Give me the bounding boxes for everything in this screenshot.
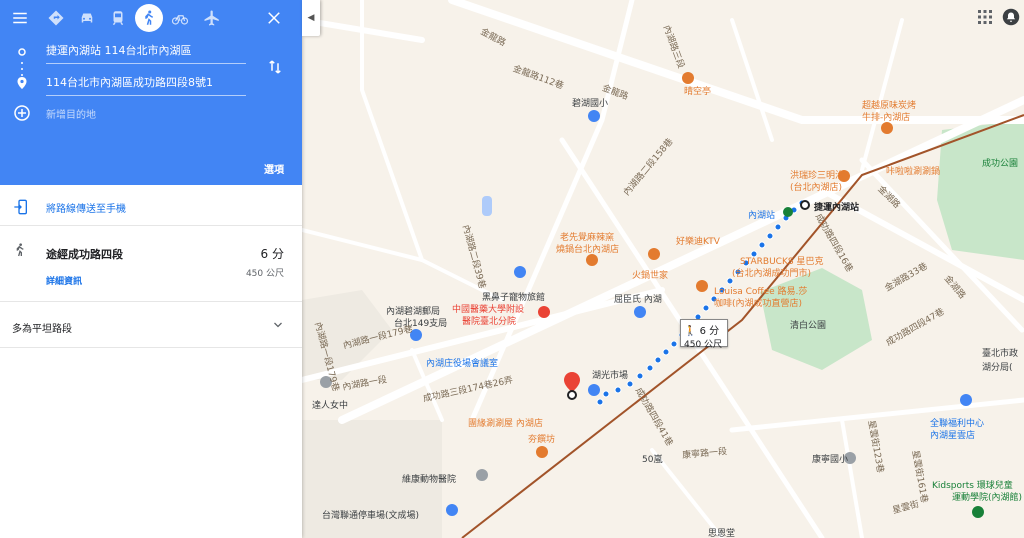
directions-panel: 捷運內湖站 114台北市內湖區 114台北市內湖區成功路四段8號1 新增目的地 … [0, 0, 302, 538]
menu-icon[interactable] [6, 4, 34, 32]
origin-marker[interactable] [800, 200, 810, 210]
map-label: 50嵐 [642, 455, 663, 465]
map-label: 夯饌坊 [528, 435, 556, 445]
swap-icon[interactable] [266, 58, 284, 76]
map-label: 醫院臺北分院 [462, 317, 517, 327]
map-label: 燒鍋台北內湖店 [556, 245, 620, 255]
map-label: 康寧國小 [812, 455, 849, 465]
maps-app: 捷運內湖站 114台北市內湖區 114台北市內湖區成功路四段8號1 新增目的地 … [0, 0, 1024, 538]
add-destination[interactable]: 新增目的地 [46, 106, 96, 121]
callout-distance: 450 公尺 [684, 340, 723, 350]
waypoint-dots-icon [14, 48, 30, 121]
apps-grid-icon[interactable] [974, 6, 996, 28]
route-time: 6 分 [260, 247, 284, 261]
flight-icon[interactable] [198, 4, 226, 32]
route-title: 途經成功路四段 [46, 248, 123, 261]
route-callout[interactable]: 🚶 6 分 450 公尺 [680, 319, 728, 350]
map-label: 牛排-內湖店 [862, 113, 911, 123]
map-label: 台灣聯通停車場(文成場) [322, 511, 420, 521]
map-label: 團緣涮涮屋 內湖店 [468, 419, 543, 429]
map-label: 成功公園 [982, 159, 1019, 169]
route-details-link[interactable]: 詳細資訊 [46, 274, 82, 287]
chevron-left-icon: ◀ [307, 13, 315, 23]
callout-walk-icon: 🚶 [684, 326, 697, 337]
map-label: 臺北市政 [982, 349, 1019, 359]
map-label: 運動學院(內湖館) [952, 493, 1023, 503]
origin-text: 捷運內湖站 114台北市內湖區 [46, 44, 192, 57]
destination-text: 114台北市內湖區成功路四段8號1 [46, 76, 213, 89]
callout-time: 6 分 [699, 326, 720, 337]
route-distance: 450 公尺 [245, 269, 284, 279]
map-label: 屈臣氏 內湖 [614, 295, 662, 305]
map-label: 內湖星雲店 [930, 431, 976, 441]
collapse-panel-button[interactable]: ◀ [302, 0, 320, 36]
flat-route-label: 多為平坦路段 [12, 324, 72, 335]
map-label: 內湖庄役場會議室 [426, 359, 499, 369]
bike-icon[interactable] [166, 4, 194, 32]
map-label: 火鍋世家 [632, 271, 669, 281]
map-label: 好樂迪KTV [676, 237, 720, 247]
map-label: 晴空亭 [684, 87, 712, 97]
map-label: 維康動物醫院 [402, 475, 457, 485]
map-label: (台北內湖成功門市) [732, 269, 812, 279]
send-to-phone-label: 將路線傳送至手機 [46, 204, 126, 215]
chevron-down-icon [274, 322, 282, 328]
map-label: 咖啡(內湖成功直營店) [714, 299, 803, 309]
map-canvas[interactable]: 金龍路 金龍路 金龍路112巷 內湖路三段 晴空亭 碧湖國小 超越原味炭烤 牛排… [302, 0, 1024, 538]
map-label: 內湖站 [748, 211, 776, 221]
send-to-phone-icon [14, 199, 27, 215]
directions-header: 捷運內湖站 114台北市內湖區 114台北市內湖區成功路四段8號1 新增目的地 … [0, 0, 302, 185]
map-label: 湖分局( [982, 363, 1013, 373]
map-label: 碧湖國小 [572, 99, 609, 109]
map-label: 捷運內湖站 [814, 203, 860, 213]
flat-route-row[interactable]: 多為平坦路段 [0, 302, 302, 348]
map-label: 湖光市場 [592, 371, 629, 381]
destination-field[interactable]: 114台北市內湖區成功路四段8號1 [46, 72, 246, 96]
map-label: 清白公園 [790, 321, 827, 331]
walk-icon[interactable] [135, 4, 163, 32]
send-to-phone-row[interactable]: 將路線傳送至手機 [0, 188, 302, 226]
walk-route-icon [16, 243, 24, 257]
origin-field[interactable]: 捷運內湖站 114台北市內湖區 [46, 40, 246, 64]
map-label: 咔啦啦涮涮鍋 [886, 167, 941, 177]
map-label: 思恩堂 [708, 529, 736, 538]
notifications-icon[interactable] [1000, 6, 1022, 28]
map-label: 達人女中 [312, 401, 349, 411]
route-option[interactable]: 途經成功路四段 6 分 450 公尺 詳細資訊 [0, 226, 302, 302]
travel-mode-row [0, 0, 302, 36]
close-icon[interactable] [260, 4, 288, 32]
map-label: (台北內湖店) [790, 183, 843, 193]
options-link[interactable]: 選項 [264, 161, 284, 176]
car-icon[interactable] [73, 4, 101, 32]
directions-best-icon[interactable] [42, 4, 70, 32]
transit-icon[interactable] [104, 4, 132, 32]
